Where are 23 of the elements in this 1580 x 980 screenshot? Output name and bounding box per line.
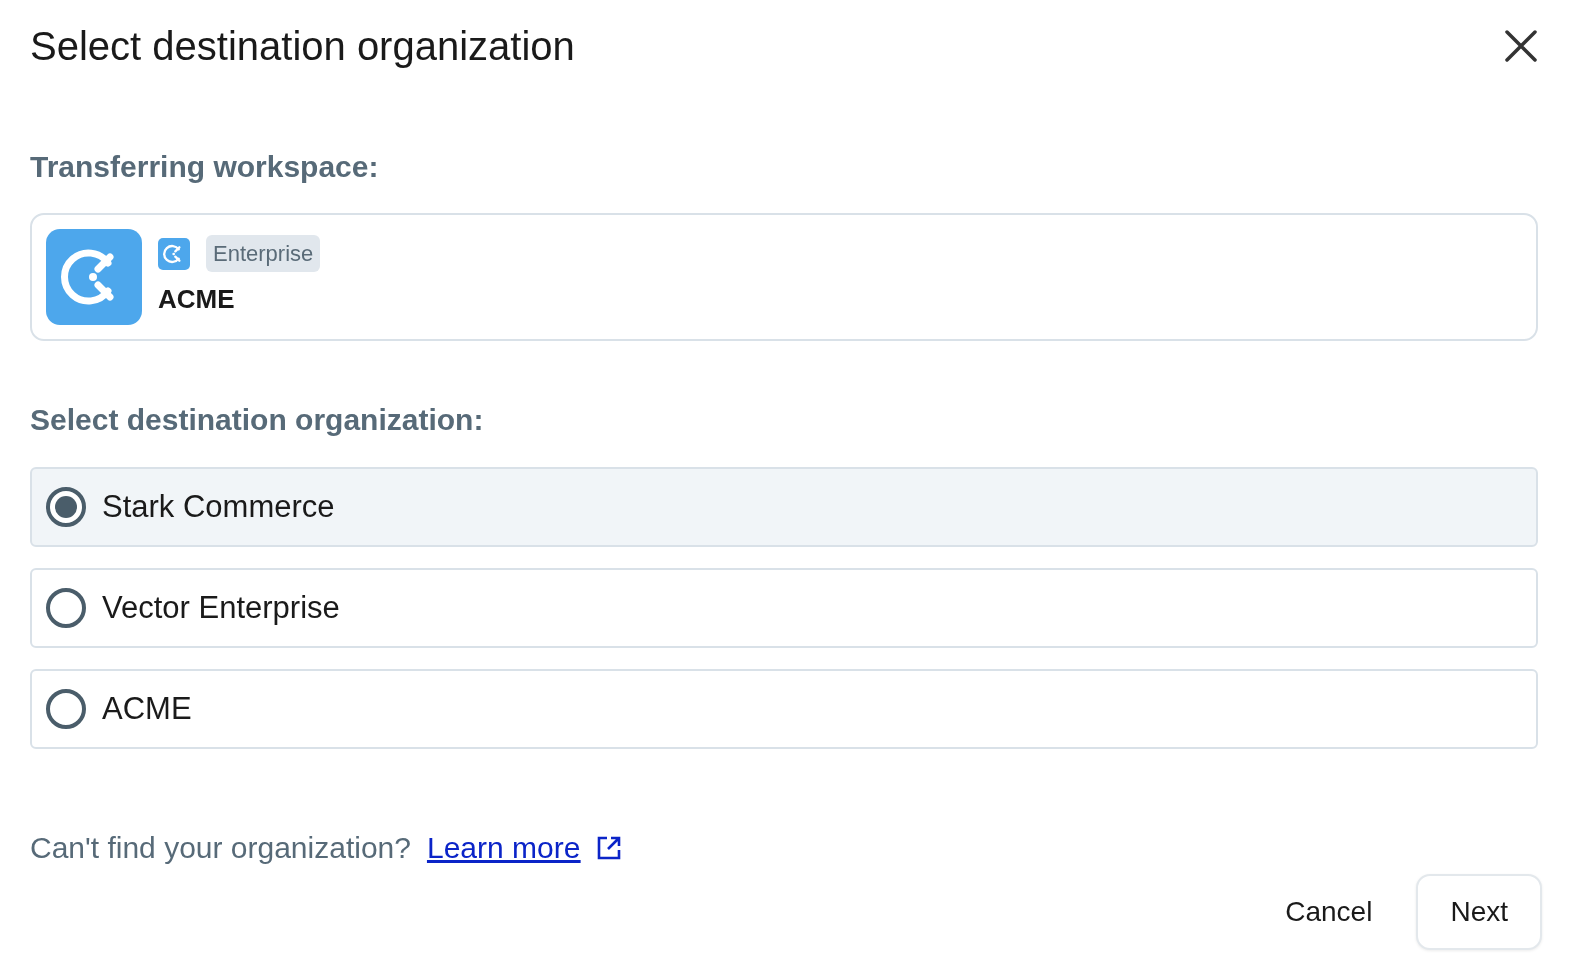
section-label: Select destination organization:: [30, 402, 485, 438]
organization-option[interactable]: ACME: [30, 669, 1538, 749]
close-icon: [1504, 29, 1538, 63]
close-button[interactable]: [1504, 29, 1538, 63]
external-link-icon: [596, 834, 623, 861]
learn-more-link[interactable]: Learn more: [426, 825, 623, 870]
organization-option[interactable]: Vector Enterprise: [30, 568, 1538, 648]
help-text: Can't find your organization?: [30, 830, 411, 866]
dialog-title: Select destination organization: [30, 23, 575, 70]
section-label: Transferring workspace:: [30, 149, 380, 185]
workspace-logo-icon: [46, 229, 142, 325]
cancel-button[interactable]: Cancel: [1265, 881, 1393, 943]
organization-option[interactable]: Stark Commerce: [30, 467, 1538, 547]
radio-button[interactable]: [46, 588, 86, 628]
radio-button[interactable]: [46, 689, 86, 729]
plan-badge: Enterprise: [206, 235, 321, 272]
workspace-name: ACME: [158, 283, 236, 316]
option-label: Stark Commerce: [102, 487, 335, 526]
next-button[interactable]: Next: [1416, 874, 1542, 950]
radio-button[interactable]: [46, 487, 86, 527]
option-label: Vector Enterprise: [102, 588, 340, 627]
option-label: ACME: [102, 689, 192, 728]
app-logo-icon: [158, 237, 190, 270]
